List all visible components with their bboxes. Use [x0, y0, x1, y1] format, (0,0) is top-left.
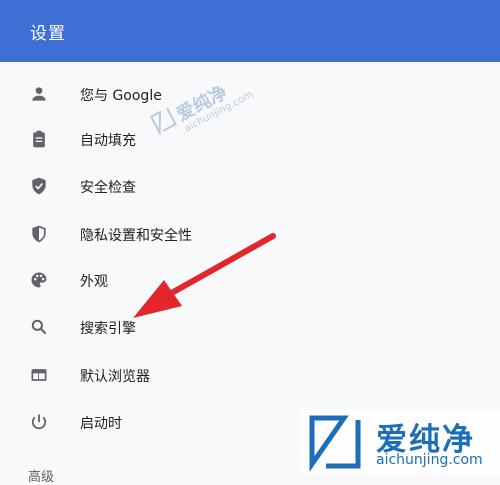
menu-item-search-engine[interactable]: 搜索引擎	[0, 307, 500, 347]
menu-item-label: 搜索引擎	[80, 321, 136, 337]
shield-check-icon	[29, 176, 49, 196]
menu-item-on-startup[interactable]: 启动时	[0, 402, 500, 442]
menu-item-you-and-google[interactable]: 您与 Google	[0, 74, 500, 114]
menu-item-privacy-security[interactable]: 隐私设置和安全性	[0, 214, 500, 254]
browser-window-icon	[29, 365, 49, 385]
power-icon	[29, 412, 49, 432]
clipboard-icon	[29, 129, 49, 149]
menu-item-appearance[interactable]: 外观	[0, 260, 500, 300]
person-icon	[29, 84, 49, 104]
menu-item-label: 启动时	[80, 416, 122, 432]
menu-item-label: 默认浏览器	[80, 369, 150, 385]
menu-item-label: 安全检查	[80, 180, 136, 196]
menu-item-safety-check[interactable]: 安全检查	[0, 166, 500, 206]
menu-item-autofill[interactable]: 自动填充	[0, 119, 500, 159]
palette-icon	[29, 270, 49, 290]
menu-item-label: 外观	[80, 274, 108, 290]
menu-item-default-browser[interactable]: 默认浏览器	[0, 355, 500, 395]
shield-half-icon	[29, 224, 49, 244]
settings-header: 设置	[0, 0, 500, 62]
menu-item-label: 自动填充	[80, 133, 136, 149]
page-title: 设置	[30, 24, 66, 44]
menu-item-label: 您与 Google	[80, 88, 162, 104]
menu-item-label: 隐私设置和安全性	[80, 228, 192, 244]
menu-item-advanced-partial[interactable]: 高级	[28, 466, 54, 485]
search-icon	[29, 317, 49, 337]
